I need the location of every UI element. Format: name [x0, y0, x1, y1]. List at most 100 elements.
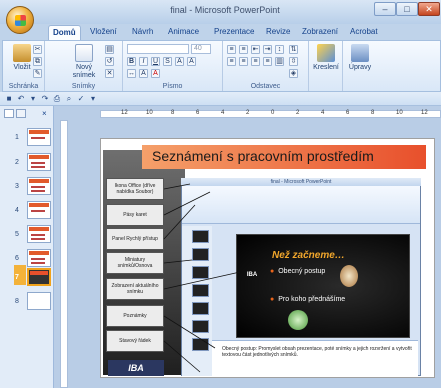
embedded-notes-text: Obecný postup: Promyslet obsah prezentac…	[222, 346, 412, 358]
decrease-indent-icon[interactable]: ⇤	[251, 45, 260, 54]
shapes-icon	[317, 44, 335, 62]
spacing-icon[interactable]: ↔	[127, 69, 136, 78]
tab-domu[interactable]: Domů	[48, 25, 81, 40]
office-button[interactable]	[6, 6, 34, 34]
font-color-icon[interactable]: A	[151, 69, 160, 78]
print-icon[interactable]: ⎙	[52, 94, 62, 103]
justify-icon[interactable]: ≡	[263, 57, 272, 66]
slide-title[interactable]: Seznámení s pracovním prostředím	[152, 148, 428, 164]
maximize-button[interactable]: □	[396, 2, 418, 16]
slide-thumbnail-4[interactable]: 4	[0, 199, 54, 223]
new-slide-button[interactable]: Nový snímek	[67, 44, 101, 79]
delete-slide-icon[interactable]: ✕	[105, 69, 114, 78]
quick-access-toolbar: ■ ↶ ▾ ↷ ⎙ ⌕ ✓ ▾	[0, 92, 441, 106]
underline-icon[interactable]: U	[151, 57, 160, 66]
group-label-slides: Snímky	[71, 83, 96, 90]
new-slide-icon	[75, 44, 93, 62]
group-editing: Úpravy	[343, 41, 377, 91]
align-text-icon[interactable]: ⇳	[289, 57, 298, 66]
save-icon[interactable]: ■	[4, 94, 14, 103]
qat-customize-icon[interactable]: ▾	[88, 94, 98, 103]
group-paragraph: ≡ ≡ ⇤ ⇥ ↕ ≡ ≡ ≡ ≡ ▥ ⇅ ⇳ ◈ Odstavec	[223, 41, 309, 91]
binoculars-icon	[351, 44, 369, 62]
copy-icon[interactable]: ⧉	[33, 57, 42, 66]
slide-thumbnail-7[interactable]: 7	[0, 266, 54, 290]
smartart-icon[interactable]: ◈	[289, 69, 298, 78]
preview-icon[interactable]: ⌕	[64, 94, 74, 103]
slide-thumbnail-2[interactable]: 2	[0, 151, 54, 175]
tab-zobrazeni[interactable]: Zobrazení	[298, 25, 342, 40]
redo-icon[interactable]: ↷	[40, 94, 50, 103]
spelling-icon[interactable]: ✓	[76, 94, 86, 103]
label-status-bar[interactable]: Stavový řádek	[106, 330, 164, 352]
undo-icon[interactable]: ↶	[16, 94, 26, 103]
embedded-bullet: Pro koho přednášíme	[270, 296, 345, 303]
cut-icon[interactable]: ✂	[33, 45, 42, 54]
font-family-select[interactable]	[127, 44, 189, 54]
align-left-icon[interactable]: ≡	[227, 57, 236, 66]
editing-button[interactable]: Úpravy	[345, 44, 375, 78]
slide-thumbnail-1[interactable]: 1	[0, 126, 54, 150]
font-size-select[interactable]: 40	[191, 44, 211, 54]
grow-font-icon[interactable]: A	[187, 57, 196, 66]
label-office-icon[interactable]: Ikona Office (dříve nabídka Soubor)	[106, 178, 164, 200]
label-notes[interactable]: Poznámky	[106, 305, 164, 327]
change-case-icon[interactable]: A	[139, 69, 148, 78]
person-icon	[340, 265, 358, 287]
shadow-icon[interactable]: A	[175, 57, 184, 66]
iba-logo: IBA	[108, 360, 164, 376]
group-label-font: Písmo	[162, 83, 183, 90]
bullets-icon[interactable]: ≡	[227, 45, 236, 54]
embedded-heading: Než začneme…	[272, 250, 345, 261]
format-painter-icon[interactable]: ✎	[33, 69, 42, 78]
slide-thumbnail-5[interactable]: 5	[0, 223, 54, 247]
bold-icon[interactable]: B	[127, 57, 136, 66]
text-direction-icon[interactable]: ⇅	[289, 45, 298, 54]
tab-revize[interactable]: Revize	[262, 25, 294, 40]
group-clipboard: Vložit ✂ ⧉ ✎ Schránka	[3, 41, 45, 91]
layout-icon[interactable]: ▤	[105, 45, 114, 54]
clipboard-icon	[13, 44, 31, 62]
pane-tabs: ×	[2, 109, 52, 119]
group-label-clipboard: Schránka	[8, 83, 39, 90]
tab-vlozeni[interactable]: Vložení	[86, 25, 121, 40]
italic-icon[interactable]: I	[139, 57, 148, 66]
minimize-button[interactable]: –	[374, 2, 396, 16]
align-right-icon[interactable]: ≡	[251, 57, 260, 66]
window-title: final - Microsoft PowerPoint	[170, 5, 280, 15]
label-thumbnails[interactable]: Miniatury snímků/Osnova	[106, 252, 164, 274]
vertical-ruler	[60, 120, 68, 388]
align-center-icon[interactable]: ≡	[239, 57, 248, 66]
group-label-paragraph: Odstavec	[250, 83, 281, 90]
tab-prezentace[interactable]: Prezentace	[210, 25, 258, 40]
outline-tab-icon[interactable]	[16, 109, 26, 118]
tab-navrh[interactable]: Návrh	[128, 25, 157, 40]
slides-tab-icon[interactable]	[4, 109, 14, 118]
line-spacing-icon[interactable]: ↕	[275, 45, 284, 54]
columns-icon[interactable]: ▥	[275, 57, 284, 66]
slide-thumbnail-8[interactable]: 8	[0, 290, 54, 314]
label-current-slide[interactable]: Zobrazení aktuálního snímku	[106, 278, 164, 300]
drawing-button[interactable]: Kreslení	[311, 44, 341, 78]
ribbon-tabs: Domů Vložení Návrh Animace Prezentace Re…	[40, 24, 441, 40]
tab-animace[interactable]: Animace	[164, 25, 203, 40]
embedded-ribbon	[182, 186, 420, 224]
embedded-iba-logo: IBA	[246, 272, 258, 278]
ribbon: Vložit ✂ ⧉ ✎ Schránka Nový snímek ▤ ↺ ✕ …	[2, 40, 441, 92]
close-pane-icon[interactable]: ×	[42, 109, 51, 118]
label-ribbon[interactable]: Pásy karet	[106, 204, 164, 226]
numbering-icon[interactable]: ≡	[239, 45, 248, 54]
embedded-bullet: Obecný postup	[270, 268, 325, 275]
embedded-title: final - Microsoft PowerPoint	[181, 178, 421, 186]
close-button[interactable]: ✕	[418, 2, 440, 16]
strikethrough-icon[interactable]: S	[163, 57, 172, 66]
undo-dropdown-icon[interactable]: ▾	[28, 94, 38, 103]
slide-thumbnail-3[interactable]: 3	[0, 175, 54, 199]
increase-indent-icon[interactable]: ⇥	[263, 45, 272, 54]
label-quick-access[interactable]: Panel Rychlý přístup	[106, 228, 164, 250]
tab-acrobat[interactable]: Acrobat	[346, 25, 382, 40]
horizontal-ruler: 12 10 8 6 4 2 0 2 4 6 8 10 12	[100, 110, 441, 118]
group-slides: Nový snímek ▤ ↺ ✕ Snímky	[45, 41, 123, 91]
person-icon	[288, 310, 308, 330]
reset-icon[interactable]: ↺	[105, 57, 114, 66]
